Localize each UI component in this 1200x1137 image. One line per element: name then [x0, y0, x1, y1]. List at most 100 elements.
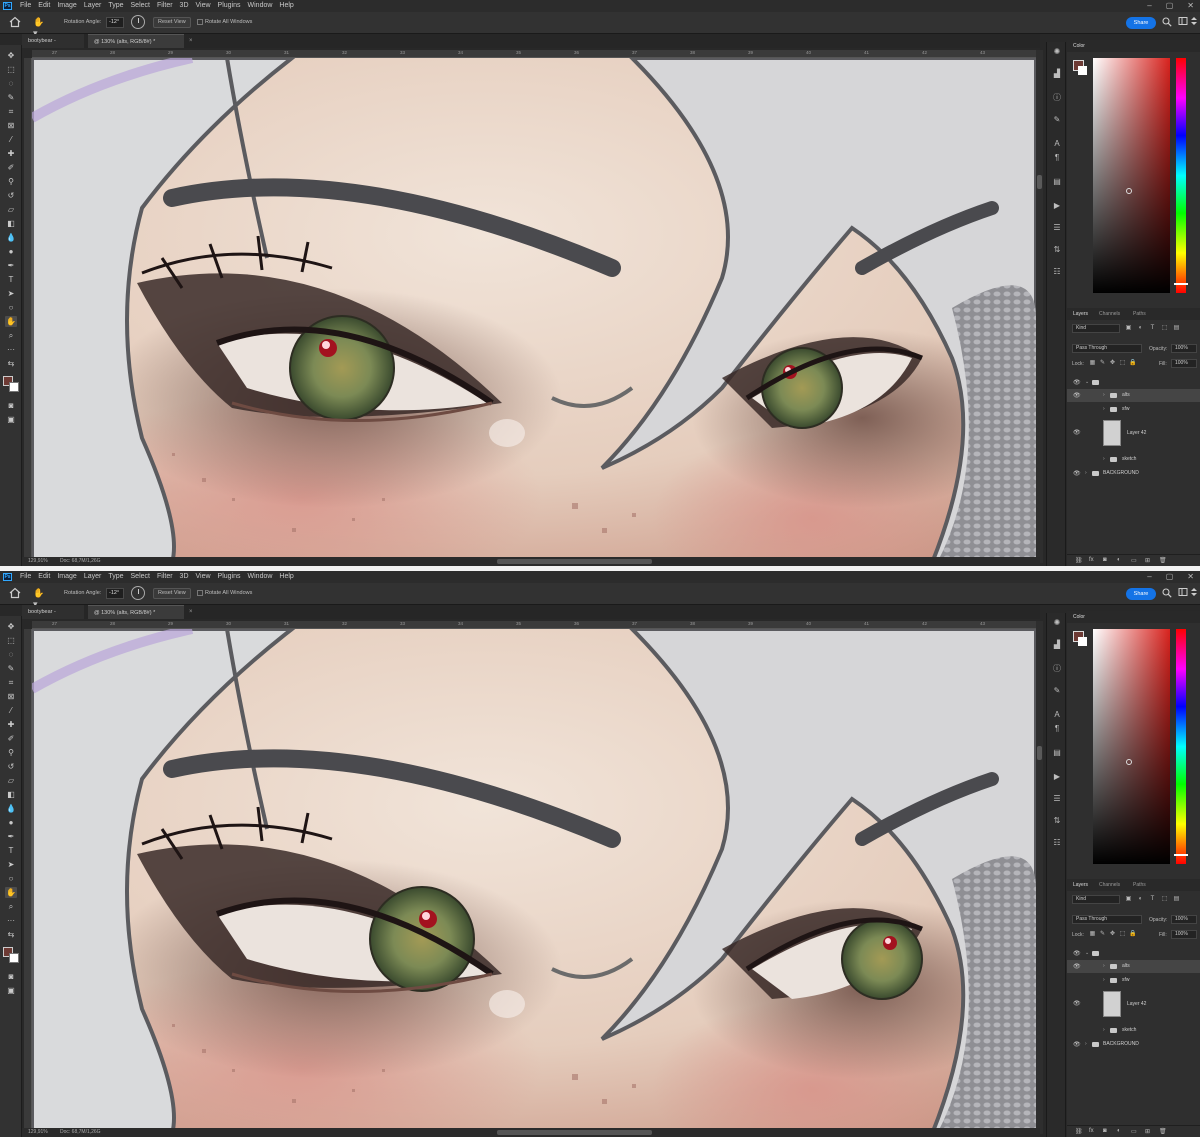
gradient-tool-icon[interactable]: ◧ — [5, 789, 17, 800]
lock-paint-icon[interactable]: ✎ — [1099, 931, 1106, 938]
reset-view-button[interactable]: Reset View — [153, 17, 191, 28]
menu-view[interactable]: View — [196, 0, 211, 12]
share-button[interactable]: Share — [1126, 588, 1156, 600]
menu-3d[interactable]: 3D — [180, 571, 189, 583]
tab-document-2[interactable]: @ 130% (alts, RGB/8#) * — [88, 34, 184, 48]
tab-channels[interactable]: Channels — [1099, 311, 1120, 317]
blend-mode-select[interactable]: Pass Through — [1072, 344, 1142, 353]
marquee-tool-icon[interactable]: ⬚ — [5, 635, 17, 646]
visibility-eye-icon[interactable]: 👁 — [1073, 471, 1081, 477]
lock-pixels-icon[interactable]: ▦ — [1089, 360, 1096, 367]
menu-help[interactable]: Help — [279, 0, 293, 12]
lock-all-icon[interactable]: 🔒 — [1129, 931, 1136, 938]
brush-tool-icon[interactable]: ✐ — [5, 733, 17, 744]
chevron-right-icon[interactable]: › — [1103, 456, 1109, 462]
history-brush-tool-icon[interactable]: ↺ — [5, 190, 17, 201]
fx-icon[interactable]: fx — [1089, 557, 1094, 563]
stamp-tool-icon[interactable]: ⚲ — [5, 747, 17, 758]
brush-settings-icon[interactable]: ✎ — [1051, 685, 1063, 697]
visibility-eye-icon[interactable]: 👁 — [1073, 951, 1081, 957]
actions-play-icon[interactable]: ▶ — [1051, 771, 1063, 783]
marquee-tool-icon[interactable]: ⬚ — [5, 64, 17, 75]
visibility-eye-icon[interactable]: 👁 — [1073, 393, 1081, 399]
menu-type[interactable]: Type — [108, 0, 123, 12]
move-tool-icon[interactable]: ✥ — [5, 621, 17, 632]
new-group-icon[interactable]: ▭ — [1131, 557, 1137, 564]
character-icon[interactable]: A — [1051, 709, 1063, 721]
eyedropper-tool-icon[interactable]: ⁄ — [5, 705, 17, 716]
close-tab-icon[interactable]: × — [189, 605, 193, 619]
paragraph-icon[interactable]: ¶ — [1051, 723, 1063, 735]
delete-layer-icon[interactable]: 🗑 — [1159, 557, 1167, 564]
background-color-swatch[interactable] — [9, 953, 19, 963]
quick-select-tool-icon[interactable]: ✎ — [5, 663, 17, 674]
blend-mode-select[interactable]: Pass Through — [1072, 915, 1142, 924]
eraser-tool-icon[interactable]: ▱ — [5, 775, 17, 786]
color-field[interactable] — [1093, 58, 1170, 293]
lock-all-icon[interactable]: 🔒 — [1129, 360, 1136, 367]
reset-colors-icon[interactable]: ⇆ — [5, 929, 17, 940]
path-select-tool-icon[interactable]: ➤ — [5, 288, 17, 299]
type-tool-icon[interactable]: T — [5, 845, 17, 856]
reset-view-button[interactable]: Reset View — [153, 588, 191, 599]
vertical-scroll-thumb[interactable] — [1037, 746, 1042, 760]
layer-row-sfw[interactable]: › sfw — [1067, 974, 1200, 987]
color-picker-ring[interactable] — [1126, 759, 1132, 765]
hand-tool-icon[interactable]: ✋ — [5, 316, 17, 327]
chevron-down-icon[interactable]: ⌄ — [1085, 379, 1091, 385]
chevron-right-icon[interactable]: › — [1103, 406, 1109, 412]
crop-tool-icon[interactable]: ⌗ — [5, 106, 17, 117]
menu-edit[interactable]: Edit — [38, 0, 50, 12]
zoom-options-icon[interactable] — [1190, 16, 1198, 26]
info-icon[interactable]: ⓘ — [1051, 663, 1063, 675]
menu-select[interactable]: Select — [131, 0, 150, 12]
layer-row-group-root[interactable]: 👁 ⌄ — [1067, 947, 1200, 960]
frame-tool-icon[interactable]: ⊠ — [5, 691, 17, 702]
close-window-button[interactable]: ✕ — [1187, 0, 1194, 12]
layer-row-sketch[interactable]: › sketch — [1067, 1024, 1200, 1037]
visibility-eye-icon[interactable]: 👁 — [1073, 380, 1081, 386]
visibility-eye-icon[interactable]: 👁 — [1073, 430, 1081, 436]
workspace-icon[interactable] — [1178, 587, 1188, 597]
layer-row-alts[interactable]: 👁 › alts — [1067, 389, 1200, 402]
tab-layers[interactable]: Layers — [1073, 311, 1088, 317]
quick-mask-icon[interactable]: ◙ — [5, 971, 17, 982]
libraries-icon[interactable]: ☷ — [1051, 266, 1063, 278]
layer-row-sfw[interactable]: › sfw — [1067, 403, 1200, 416]
opacity-input[interactable]: 100% — [1171, 344, 1197, 353]
lock-pixels-icon[interactable]: ▦ — [1089, 931, 1096, 938]
quick-mask-icon[interactable]: ◙ — [5, 400, 17, 411]
link-layers-icon[interactable]: ⛓ — [1075, 1128, 1083, 1135]
paragraph-icon[interactable]: ¶ — [1051, 152, 1063, 164]
pen-tool-icon[interactable]: ✒ — [5, 831, 17, 842]
character-icon[interactable]: A — [1051, 138, 1063, 150]
lasso-tool-icon[interactable]: ◌ — [5, 649, 17, 660]
layer-filter-kind[interactable]: Kind — [1072, 895, 1120, 904]
fill-input[interactable]: 100% — [1171, 930, 1197, 939]
swatches-panel-icon[interactable]: ▤ — [1051, 747, 1063, 759]
vertical-scrollbar[interactable] — [1036, 50, 1043, 563]
maximize-button[interactable]: ▢ — [1166, 571, 1174, 583]
menu-3d[interactable]: 3D — [180, 0, 189, 12]
filter-pixel-icon[interactable]: ▣ — [1125, 325, 1132, 332]
history-brush-tool-icon[interactable]: ↺ — [5, 761, 17, 772]
home-icon[interactable] — [9, 16, 21, 28]
search-icon[interactable] — [1162, 588, 1172, 598]
filter-shape-icon[interactable]: ⬚ — [1161, 325, 1168, 332]
minimize-button[interactable]: – — [1147, 571, 1151, 583]
chevron-right-icon[interactable]: › — [1103, 392, 1109, 398]
rotation-dial-icon[interactable] — [131, 586, 145, 600]
rotate-all-windows-checkbox[interactable] — [197, 19, 203, 25]
tab-document-2[interactable]: @ 130% (alts, RGB/8#) * — [88, 605, 184, 619]
fx-icon[interactable]: fx — [1089, 1128, 1094, 1134]
tab-layers[interactable]: Layers — [1073, 882, 1088, 888]
menu-image[interactable]: Image — [57, 571, 76, 583]
rotation-dial-icon[interactable] — [131, 15, 145, 29]
layer-row-layer-42[interactable]: 👁 Layer 42 — [1067, 417, 1200, 449]
menu-window[interactable]: Window — [248, 0, 273, 12]
filter-smart-icon[interactable]: ▤ — [1173, 325, 1180, 332]
mask-icon[interactable]: ◙ — [1103, 1128, 1107, 1134]
gear-icon[interactable]: ✺ — [1051, 617, 1063, 629]
rotate-view-tool-icon[interactable]: ✋▾ — [33, 588, 47, 609]
menu-plugins[interactable]: Plugins — [218, 571, 241, 583]
